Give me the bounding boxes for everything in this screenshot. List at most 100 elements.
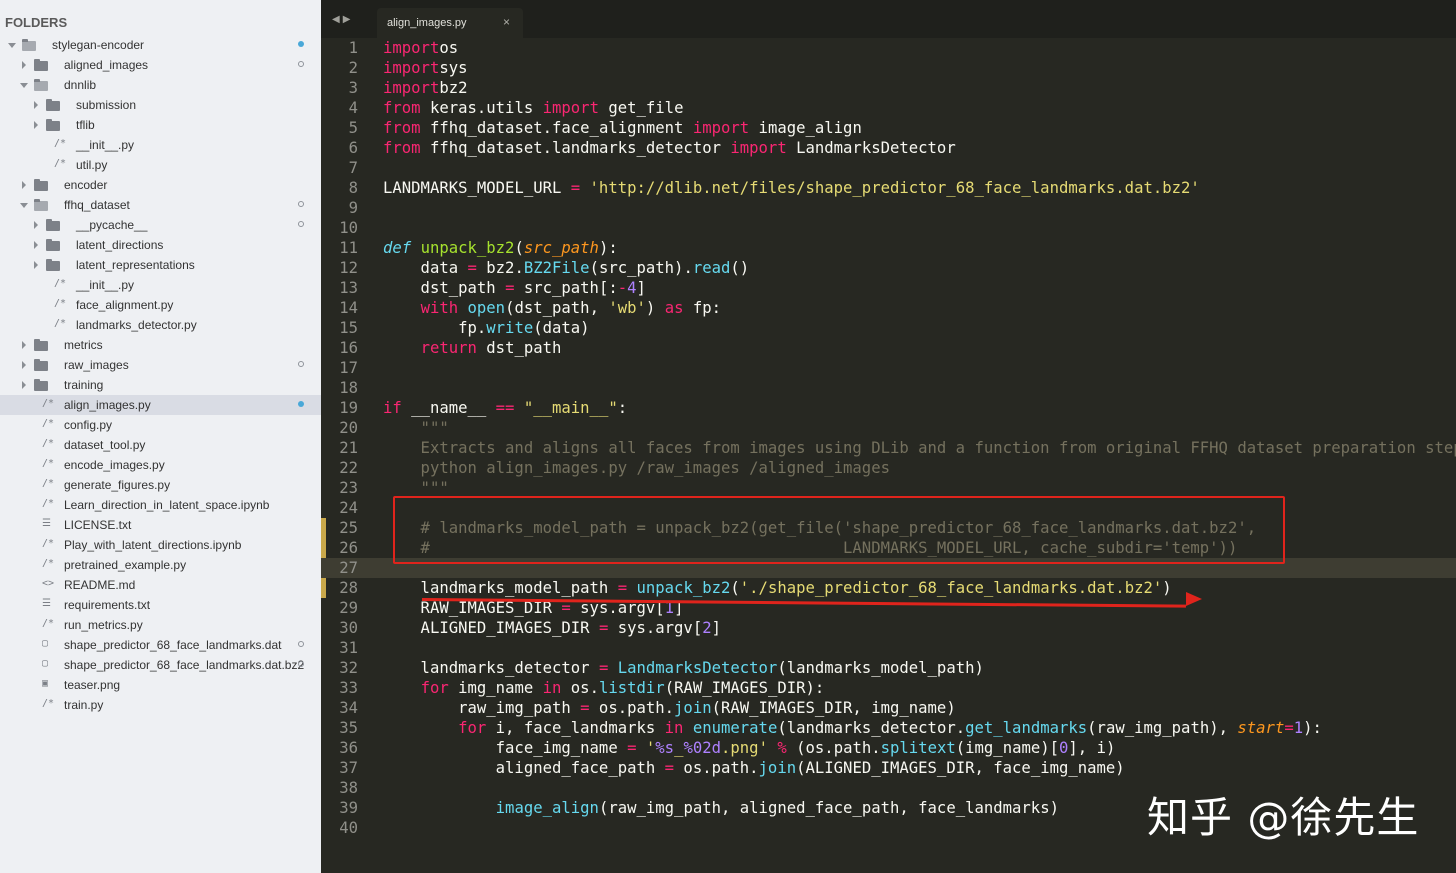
code-line[interactable]: 30 ALIGNED_IMAGES_DIR = sys.argv[2]	[321, 618, 1456, 638]
folder-item[interactable]: metrics	[0, 335, 321, 355]
code-line[interactable]: 11 def unpack_bz2(src_path):	[321, 238, 1456, 258]
tree-item-label: README.md	[64, 578, 136, 592]
code-line[interactable]: 23 """	[321, 478, 1456, 498]
line-number: 13	[339, 279, 358, 297]
chevron-right-icon[interactable]	[34, 121, 38, 129]
code-line[interactable]: 3 importbz2	[321, 78, 1456, 98]
code-line[interactable]: 36 face_img_name = '%s_%02d.png' % (os.p…	[321, 738, 1456, 758]
line-number: 1	[348, 39, 358, 57]
tree-item-label: generate_figures.py	[64, 478, 171, 492]
code-line[interactable]: 8 LANDMARKS_MODEL_URL = 'http://dlib.net/…	[321, 178, 1456, 198]
code-line[interactable]: 17	[321, 358, 1456, 378]
tree-item-label: latent_representations	[76, 258, 195, 272]
chevron-right-icon[interactable]	[34, 261, 38, 269]
code-line[interactable]: 14 with open(dst_path, 'wb') as fp:	[321, 298, 1456, 318]
folder-item[interactable]: __pycache__	[0, 215, 321, 235]
file-item[interactable]: ▢ shape_predictor_68_face_landmarks.dat.b…	[0, 655, 321, 675]
code-line[interactable]: 5 from ffhq_dataset.face_alignment import…	[321, 118, 1456, 138]
code-line[interactable]: 19 if __name__ == "__main__":	[321, 398, 1456, 418]
chevron-right-icon[interactable]	[22, 381, 26, 389]
folder-icon	[46, 99, 60, 111]
code-line[interactable]: 13 dst_path = src_path[:-4]	[321, 278, 1456, 298]
line-number: 37	[339, 759, 358, 777]
chevron-right-icon[interactable]	[22, 181, 26, 189]
tab-align-images[interactable]: align_images.py ×	[377, 8, 523, 38]
code-line[interactable]: 32 landmarks_detector = LandmarksDetecto…	[321, 658, 1456, 678]
file-item[interactable]: /* generate_figures.py	[0, 475, 321, 495]
code-line[interactable]: 1 importos	[321, 38, 1456, 58]
file-item[interactable]: /* dataset_tool.py	[0, 435, 321, 455]
file-item[interactable]: /* __init__.py	[0, 275, 321, 295]
tree-item-label: shape_predictor_68_face_landmarks.dat	[64, 638, 282, 652]
chevron-down-icon[interactable]	[20, 203, 28, 208]
code-line[interactable]: 33 for img_name in os.listdir(RAW_IMAGES…	[321, 678, 1456, 698]
file-item[interactable]: /* util.py	[0, 155, 321, 175]
code-text: from ffhq_dataset.landmarks_detector imp…	[383, 139, 956, 157]
code-line[interactable]: 15 fp.write(data)	[321, 318, 1456, 338]
file-item[interactable]: ☰ LICENSE.txt	[0, 515, 321, 535]
code-editor[interactable]: 1 importos 2 importsys 3 importbz2 4 from keras…	[321, 38, 1456, 873]
code-line[interactable]: 22 python align_images.py /raw_images /a…	[321, 458, 1456, 478]
code-line[interactable]: 7	[321, 158, 1456, 178]
file-icon: /*	[42, 458, 55, 469]
chevron-right-icon[interactable]	[22, 361, 26, 369]
code-line[interactable]: 31	[321, 638, 1456, 658]
file-item[interactable]: /* face_alignment.py	[0, 295, 321, 315]
folder-item[interactable]: training	[0, 375, 321, 395]
code-line[interactable]: 28 landmarks_model_path = unpack_bz2('./…	[321, 578, 1456, 598]
code-line[interactable]: 34 raw_img_path = os.path.join(RAW_IMAGE…	[321, 698, 1456, 718]
file-item[interactable]: /* landmarks_detector.py	[0, 315, 321, 335]
file-item[interactable]: /* pretrained_example.py	[0, 555, 321, 575]
file-item[interactable]: /* align_images.py	[0, 395, 321, 415]
code-line[interactable]: 21 Extracts and aligns all faces from im…	[321, 438, 1456, 458]
chevron-right-icon[interactable]	[34, 241, 38, 249]
chevron-right-icon[interactable]	[22, 61, 26, 69]
chevron-down-icon[interactable]	[8, 43, 16, 48]
folder-item[interactable]: latent_directions	[0, 235, 321, 255]
line-number: 31	[339, 639, 358, 657]
file-item[interactable]: /* __init__.py	[0, 135, 321, 155]
line-number: 38	[339, 779, 358, 797]
chevron-right-icon[interactable]	[34, 101, 38, 109]
file-item[interactable]: /* train.py	[0, 695, 321, 715]
file-item[interactable]: /* Learn_direction_in_latent_space.ipynb	[0, 495, 321, 515]
folder-item[interactable]: ffhq_dataset	[0, 195, 321, 215]
code-line[interactable]: 18	[321, 378, 1456, 398]
folder-item[interactable]: encoder	[0, 175, 321, 195]
folder-item[interactable]: submission	[0, 95, 321, 115]
code-line[interactable]: 2 importsys	[321, 58, 1456, 78]
file-item[interactable]: /* encode_images.py	[0, 455, 321, 475]
file-item[interactable]: /* run_metrics.py	[0, 615, 321, 635]
file-item[interactable]: <> README.md	[0, 575, 321, 595]
folder-item[interactable]: raw_images	[0, 355, 321, 375]
code-line[interactable]: 16 return dst_path	[321, 338, 1456, 358]
chevron-right-icon[interactable]	[34, 221, 38, 229]
code-line[interactable]: 20 """	[321, 418, 1456, 438]
code-line[interactable]: 9	[321, 198, 1456, 218]
tree-item-label: raw_images	[64, 358, 129, 372]
file-icon: /*	[42, 618, 55, 629]
file-item[interactable]: ▢ shape_predictor_68_face_landmarks.dat	[0, 635, 321, 655]
chevron-right-icon[interactable]	[22, 341, 26, 349]
folder-item[interactable]: tflib	[0, 115, 321, 135]
status-dot-icon	[298, 61, 304, 67]
tree-item-label: ffhq_dataset	[64, 198, 130, 212]
close-icon[interactable]: ×	[503, 15, 510, 29]
chevron-down-icon[interactable]	[20, 83, 28, 88]
folder-item[interactable]: latent_representations	[0, 255, 321, 275]
folder-item[interactable]: dnnlib	[0, 75, 321, 95]
code-line[interactable]: 10	[321, 218, 1456, 238]
code-line[interactable]: 35 for i, face_landmarks in enumerate(la…	[321, 718, 1456, 738]
folder-item[interactable]: aligned_images	[0, 55, 321, 75]
code-line[interactable]: 12 data = bz2.BZ2File(src_path).read()	[321, 258, 1456, 278]
code-line[interactable]: 4 from keras.utils import get_file	[321, 98, 1456, 118]
file-item[interactable]: /* config.py	[0, 415, 321, 435]
code-line[interactable]: 6 from ffhq_dataset.landmarks_detector im…	[321, 138, 1456, 158]
file-item[interactable]: /* Play_with_latent_directions.ipynb	[0, 535, 321, 555]
code-text: Extracts and aligns all faces from image…	[383, 439, 1456, 457]
code-line[interactable]: 37 aligned_face_path = os.path.join(ALIG…	[321, 758, 1456, 778]
file-item[interactable]: ☰ requirements.txt	[0, 595, 321, 615]
file-item[interactable]: ▣ teaser.png	[0, 675, 321, 695]
tab-nav-arrows[interactable]: ◀▶	[332, 14, 353, 25]
folder-item[interactable]: stylegan-encoder	[0, 35, 321, 55]
